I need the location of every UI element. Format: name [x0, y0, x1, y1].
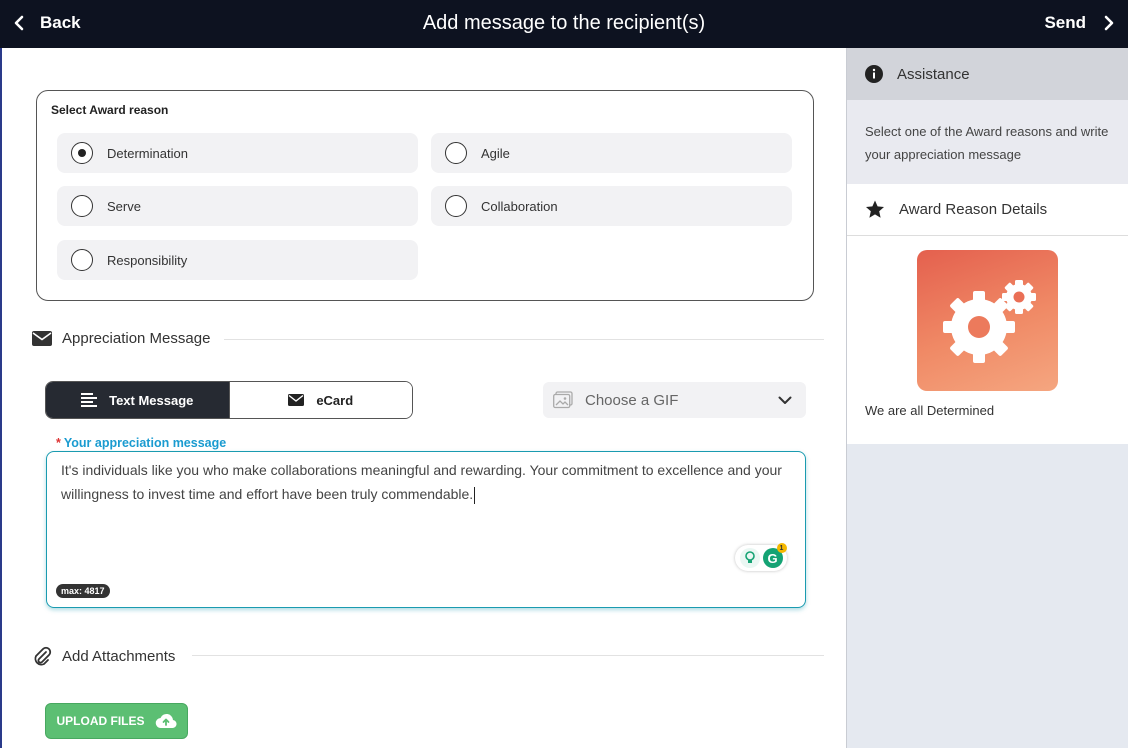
- radio-button[interactable]: [71, 249, 93, 271]
- gif-select[interactable]: Choose a GIF: [543, 382, 806, 418]
- envelope-icon: [288, 394, 305, 406]
- award-option-responsibility[interactable]: Responsibility: [57, 240, 418, 280]
- award-reason-legend: Select Award reason: [51, 103, 169, 117]
- info-icon: [865, 65, 883, 83]
- award-option-label: Responsibility: [107, 252, 188, 268]
- appreciation-section-title: Appreciation Message: [62, 330, 211, 347]
- chevron-down-icon: [778, 396, 792, 404]
- award-reason-group: Select Award reason Determination Agile …: [36, 90, 814, 301]
- cloud-upload-icon: [155, 713, 177, 729]
- radio-button[interactable]: [71, 142, 93, 164]
- award-details-body: We are all Determined: [847, 236, 1128, 444]
- appreciation-message-field[interactable]: It's individuals like you who make colla…: [46, 451, 806, 608]
- main-panel: Select Award reason Determination Agile …: [0, 48, 846, 748]
- lightbulb-icon[interactable]: [739, 548, 760, 568]
- award-option-collaboration[interactable]: Collaboration: [431, 186, 792, 226]
- award-details-title: Award Reason Details: [899, 201, 1048, 218]
- message-type-toggle: Text Message eCard: [45, 381, 413, 419]
- page-title: Add message to the recipient(s): [422, 12, 706, 34]
- appreciation-message-text[interactable]: It's individuals like you who make colla…: [61, 458, 791, 506]
- text-caret: [474, 486, 476, 504]
- radio-button[interactable]: [445, 142, 467, 164]
- paperclip-icon: [34, 646, 52, 666]
- grammarly-icon[interactable]: G1: [762, 543, 787, 568]
- tab-ecard[interactable]: eCard: [228, 382, 412, 418]
- award-option-determination[interactable]: Determination: [57, 133, 418, 173]
- award-option-label: Agile: [481, 145, 510, 161]
- message-value: It's individuals like you who make colla…: [61, 462, 782, 502]
- assistance-text: Select one of the Award reasons and writ…: [847, 100, 1128, 184]
- radio-button[interactable]: [71, 195, 93, 217]
- award-image: [917, 250, 1058, 391]
- section-divider: [192, 655, 824, 656]
- message-label-text: Your appreciation message: [63, 436, 227, 450]
- chevron-right-icon: [1104, 15, 1114, 31]
- assistance-sidebar: Assistance Select one of the Award reaso…: [846, 48, 1128, 748]
- attachments-section-title: Add Attachments: [62, 647, 176, 665]
- award-option-label: Collaboration: [481, 198, 558, 214]
- award-option-agile[interactable]: Agile: [431, 133, 792, 173]
- text-lines-icon: [81, 393, 98, 407]
- tab-label: eCard: [316, 392, 354, 408]
- gif-select-placeholder: Choose a GIF: [585, 391, 679, 409]
- top-bar: Back Add message to the recipient(s) Sen…: [0, 0, 1128, 48]
- tab-label: Text Message: [109, 392, 194, 408]
- radio-button[interactable]: [445, 195, 467, 217]
- radio-selected-dot: [78, 149, 86, 157]
- assistance-header[interactable]: Assistance: [847, 48, 1128, 100]
- max-length-badge: max: 4817: [56, 584, 110, 598]
- award-caption: We are all Determined: [865, 403, 995, 418]
- award-option-label: Determination: [107, 145, 188, 161]
- image-icon: [553, 391, 573, 409]
- appreciation-section-header: Appreciation Message: [32, 330, 210, 347]
- send-label: Send: [1044, 13, 1086, 32]
- assistance-title: Assistance: [897, 65, 970, 83]
- attachments-section-header: Add Attachments: [32, 646, 175, 666]
- grammarly-count-badge: 1: [776, 543, 787, 553]
- award-option-serve[interactable]: Serve: [57, 186, 418, 226]
- envelope-icon: [32, 331, 52, 346]
- upload-files-label: UPLOAD FILES: [56, 714, 145, 728]
- star-icon: [866, 200, 884, 218]
- send-button[interactable]: Send: [1044, 12, 1114, 34]
- appreciation-message-label: * Your appreciation message: [52, 436, 231, 450]
- section-divider: [224, 339, 824, 340]
- upload-files-button[interactable]: UPLOAD FILES: [45, 703, 188, 739]
- award-details-header[interactable]: Award Reason Details: [847, 184, 1128, 236]
- required-marker: *: [56, 436, 61, 450]
- tab-text-message[interactable]: Text Message: [46, 382, 229, 418]
- gears-icon: [943, 280, 1036, 363]
- award-option-label: Serve: [107, 198, 141, 214]
- grammarly-widget[interactable]: G1: [735, 543, 787, 571]
